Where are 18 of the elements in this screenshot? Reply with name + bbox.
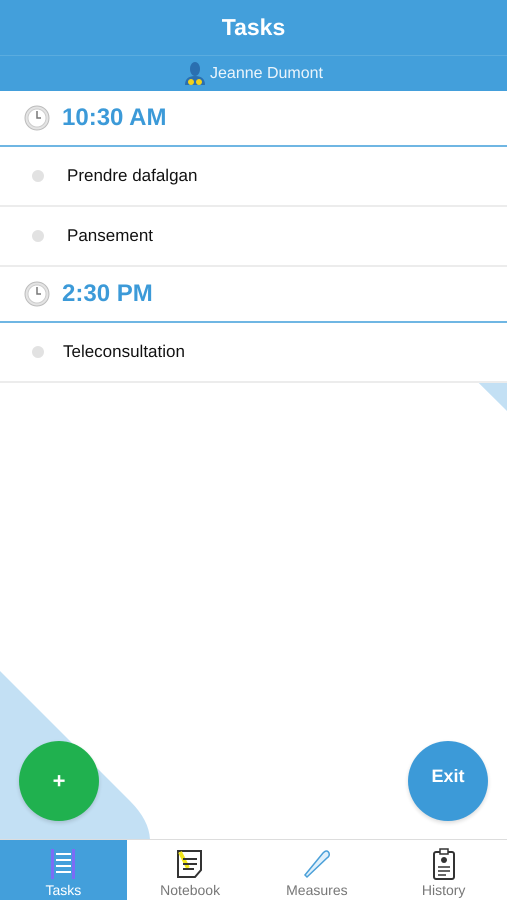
task-row[interactable]: Teleconsultation [0,323,507,383]
task-label: Teleconsultation [63,342,185,362]
user-name: Jeanne Dumont [210,64,323,82]
screen-title: Tasks [222,14,286,41]
clock-icon [24,105,50,131]
task-row[interactable]: Pansement [0,207,507,267]
bullet-icon [32,170,44,182]
time-label: 2:30 PM [62,280,153,308]
clock-icon [24,281,50,307]
task-row[interactable]: Prendre dafalgan [0,147,507,207]
exit-button[interactable]: Exit [408,741,488,821]
bullet-icon [32,346,44,358]
user-icon [184,60,206,86]
bullet-icon [32,230,44,242]
task-label: Prendre dafalgan [67,166,198,186]
tab[interactable]: Tasks [0,840,127,900]
task-label: Pansement [67,226,153,246]
time-label: 10:30 AM [62,104,166,132]
